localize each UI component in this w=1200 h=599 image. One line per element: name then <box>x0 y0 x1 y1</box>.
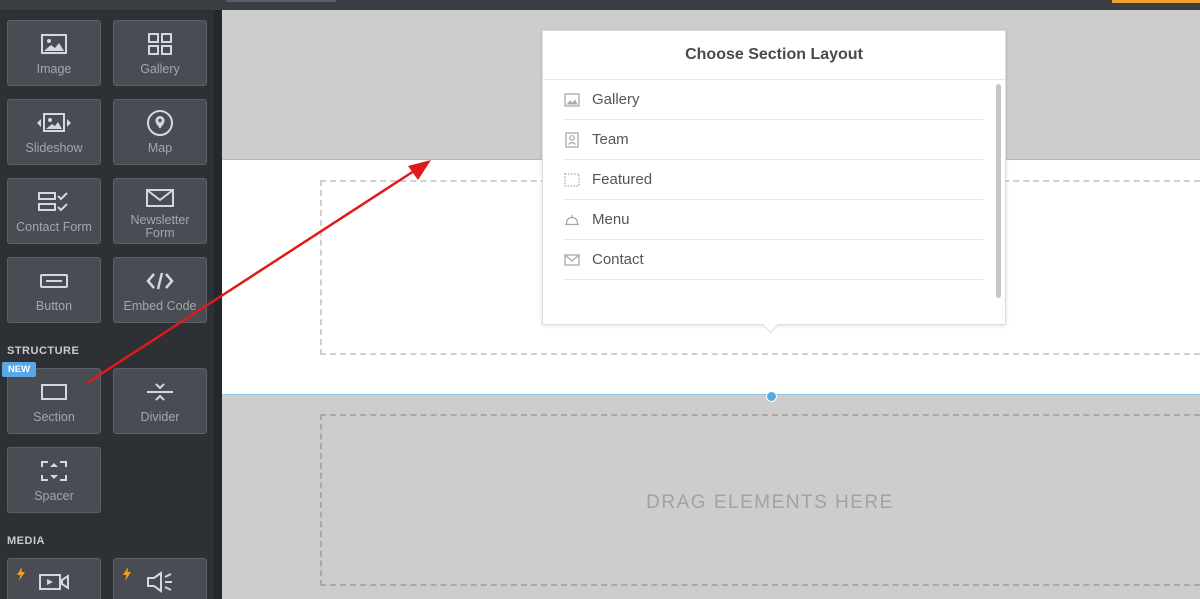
code-icon <box>114 268 206 294</box>
tile-label: Spacer <box>34 489 74 503</box>
layout-item-contact[interactable]: Contact <box>563 240 983 280</box>
elements-sidebar: Image Gallery Slideshow Map Contact Form… <box>0 10 222 599</box>
layout-item-menu[interactable]: Menu <box>563 200 983 240</box>
layout-item-label: Team <box>592 131 629 148</box>
slideshow-icon <box>8 110 100 136</box>
element-tile-contact-form[interactable]: Contact Form <box>7 178 101 244</box>
popup-scrollbar[interactable] <box>996 84 1001 298</box>
cloche-icon <box>564 212 580 228</box>
dropzone-label: DRAG ELEMENTS HERE <box>646 492 894 513</box>
element-tile-image[interactable]: Image <box>7 20 101 86</box>
layout-item-gallery[interactable]: Gallery <box>563 80 983 120</box>
sidebar-scrollbar[interactable] <box>214 10 222 599</box>
spacer-icon <box>8 458 100 484</box>
section-heading-structure: STRUCTURE <box>7 345 80 357</box>
element-tile-section[interactable]: Section <box>7 368 101 434</box>
person-card-icon <box>564 131 580 148</box>
section-resize-handle[interactable] <box>766 391 777 402</box>
envelope-icon <box>114 185 206 211</box>
image-icon <box>8 31 100 57</box>
video-icon <box>8 569 100 595</box>
element-tile-slideshow[interactable]: Slideshow <box>7 99 101 165</box>
section-icon <box>8 379 100 405</box>
new-badge: NEW <box>2 362 36 377</box>
popup-title: Choose Section Layout <box>685 46 863 63</box>
tile-label: Embed Code <box>123 299 197 313</box>
layout-item-label: Menu <box>592 211 630 228</box>
drag-elements-dropzone[interactable]: DRAG ELEMENTS HERE <box>320 414 1200 586</box>
tile-label: Contact Form <box>16 220 92 234</box>
element-tile-audio[interactable] <box>113 558 207 599</box>
layout-item-label: Contact <box>592 251 644 268</box>
element-tile-map[interactable]: Map <box>113 99 207 165</box>
button-icon <box>8 268 100 294</box>
top-toolbar <box>0 0 1200 10</box>
tile-label: Image <box>36 62 72 76</box>
element-tile-newsletter-form[interactable]: Newsletter Form <box>113 178 207 244</box>
toolbar-accent-button[interactable] <box>1112 0 1200 3</box>
gallery-grid-icon <box>114 31 206 57</box>
map-pin-icon <box>114 110 206 136</box>
tile-label: Section <box>33 410 75 424</box>
tile-label: Button <box>35 299 73 313</box>
dotted-box-icon <box>564 172 580 188</box>
contact-form-icon <box>8 189 100 215</box>
tile-label: Slideshow <box>25 141 83 155</box>
element-tile-divider[interactable]: Divider <box>113 368 207 434</box>
tile-label: Divider <box>140 410 180 424</box>
choose-section-layout-popup: Choose Section Layout Gallery Team Featu… <box>542 30 1006 334</box>
envelope-icon <box>564 252 580 268</box>
layout-item-team[interactable]: Team <box>563 120 983 160</box>
image-icon <box>564 92 580 108</box>
audio-icon <box>114 569 206 595</box>
tile-label: Gallery <box>140 62 180 76</box>
element-tile-video[interactable] <box>7 558 101 599</box>
toolbar-tab-indicator <box>226 0 336 2</box>
element-tile-gallery[interactable]: Gallery <box>113 20 207 86</box>
tile-label: Newsletter Form <box>130 213 190 240</box>
divider-icon <box>114 379 206 405</box>
layout-item-label: Featured <box>592 171 653 188</box>
element-tile-embed-code[interactable]: Embed Code <box>113 257 207 323</box>
section-heading-media: MEDIA <box>7 535 45 547</box>
layout-item-label: Gallery <box>592 91 640 108</box>
layout-item-featured[interactable]: Featured <box>563 160 983 200</box>
element-tile-spacer[interactable]: Spacer <box>7 447 101 513</box>
tile-label: Map <box>147 141 173 155</box>
layout-list: Gallery Team Featured Menu Contact <box>563 80 983 280</box>
element-tile-button[interactable]: Button <box>7 257 101 323</box>
